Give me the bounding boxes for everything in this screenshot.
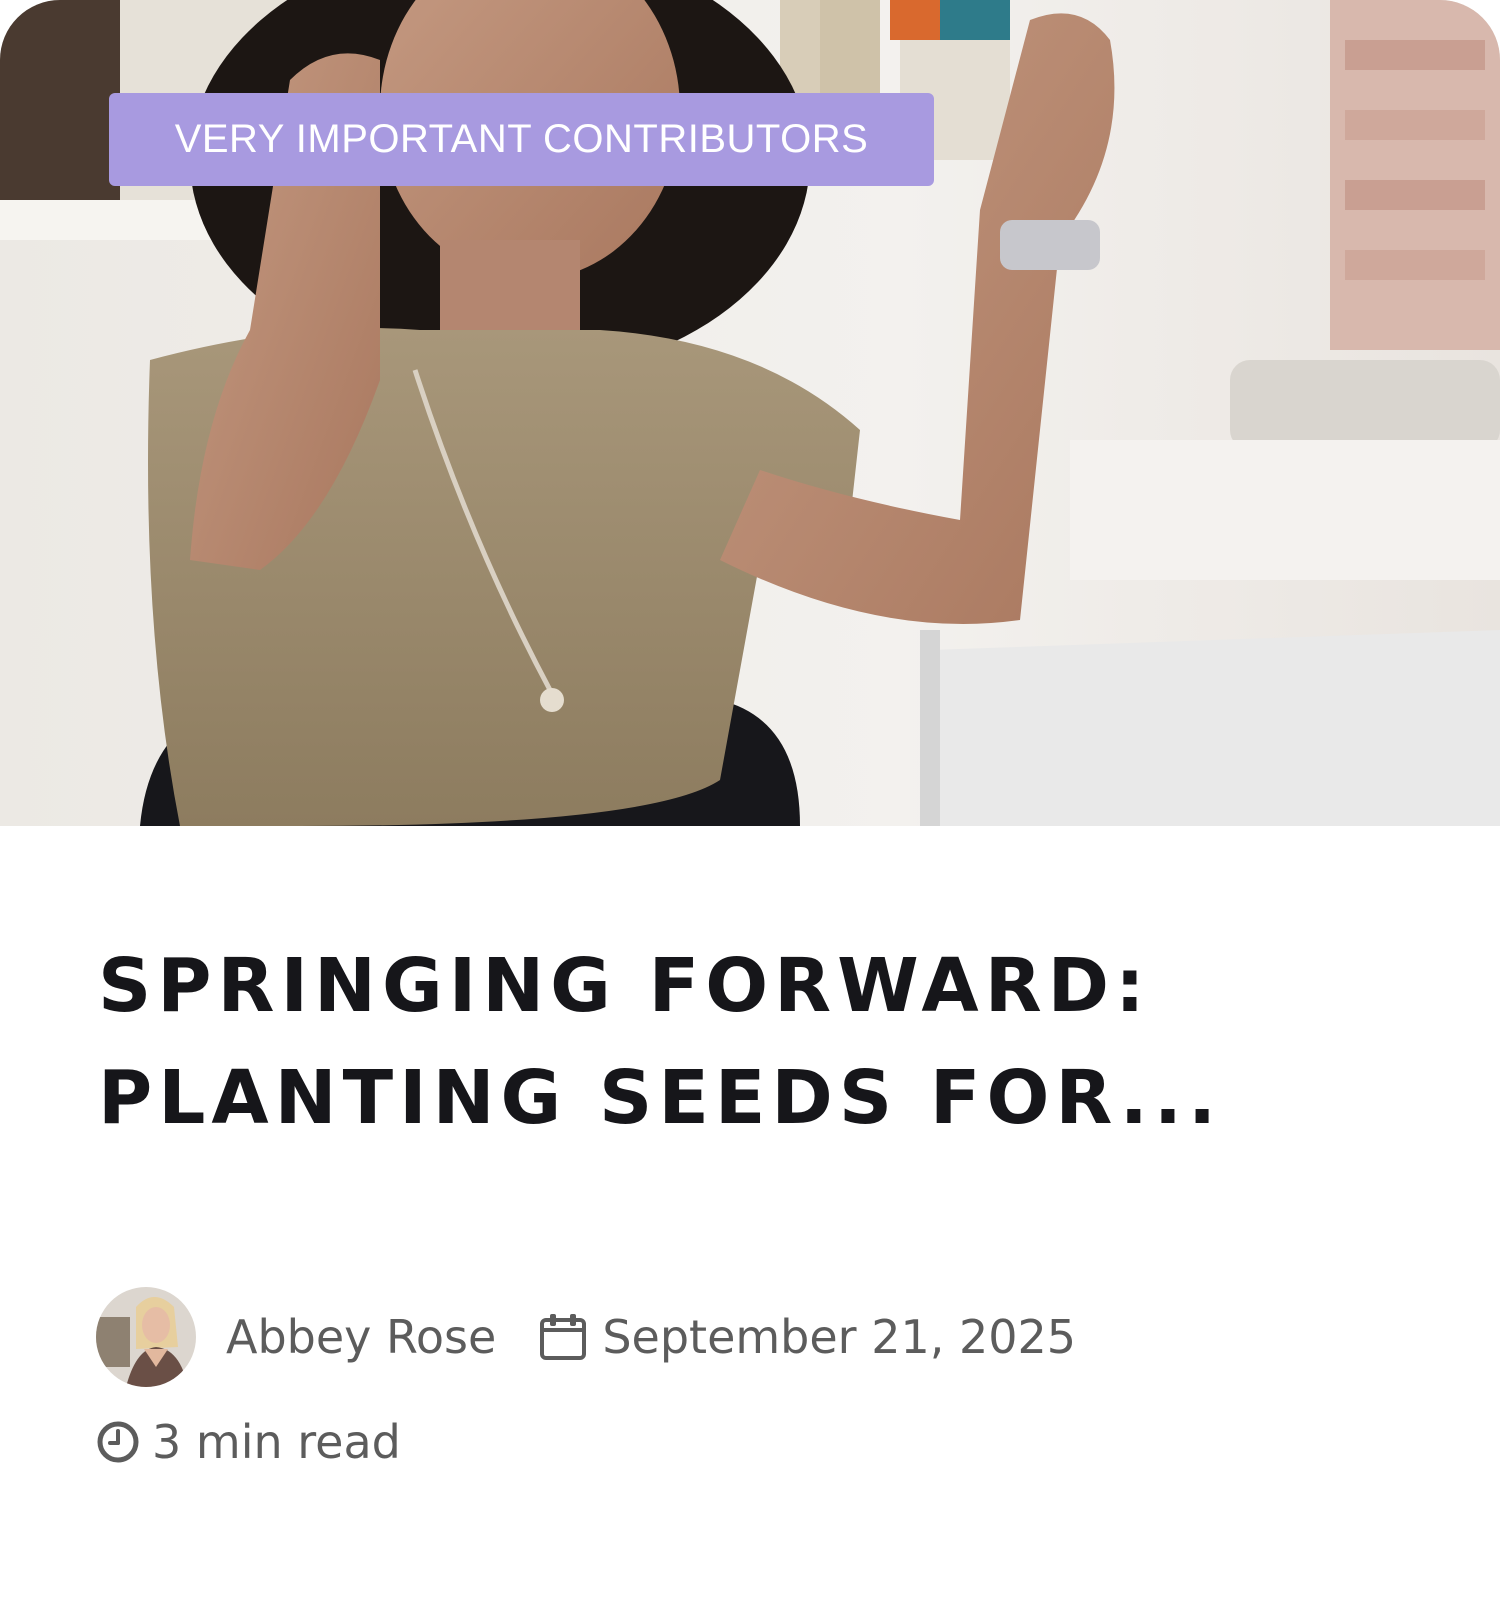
calendar-icon: [538, 1312, 588, 1362]
read-time-text: 3 min read: [152, 1415, 401, 1469]
category-badge[interactable]: VERY IMPORTANT CONTRIBUTORS: [109, 93, 934, 186]
clock-icon: [96, 1420, 140, 1464]
post-card[interactable]: VERY IMPORTANT CONTRIBUTORS SPRINGING FO…: [0, 0, 1500, 1604]
read-time: 3 min read: [96, 1412, 401, 1472]
post-title[interactable]: SPRINGING FORWARD: PLANTING SEEDS FOR...: [98, 930, 1398, 1154]
post-featured-image[interactable]: VERY IMPORTANT CONTRIBUTORS: [0, 0, 1500, 826]
post-meta: Abbey Rose September 21, 2025: [96, 1287, 1076, 1387]
author-avatar[interactable]: [96, 1287, 196, 1387]
post-date: September 21, 2025: [538, 1310, 1076, 1364]
post-date-text: September 21, 2025: [602, 1310, 1077, 1364]
author-name[interactable]: Abbey Rose: [226, 1310, 496, 1364]
